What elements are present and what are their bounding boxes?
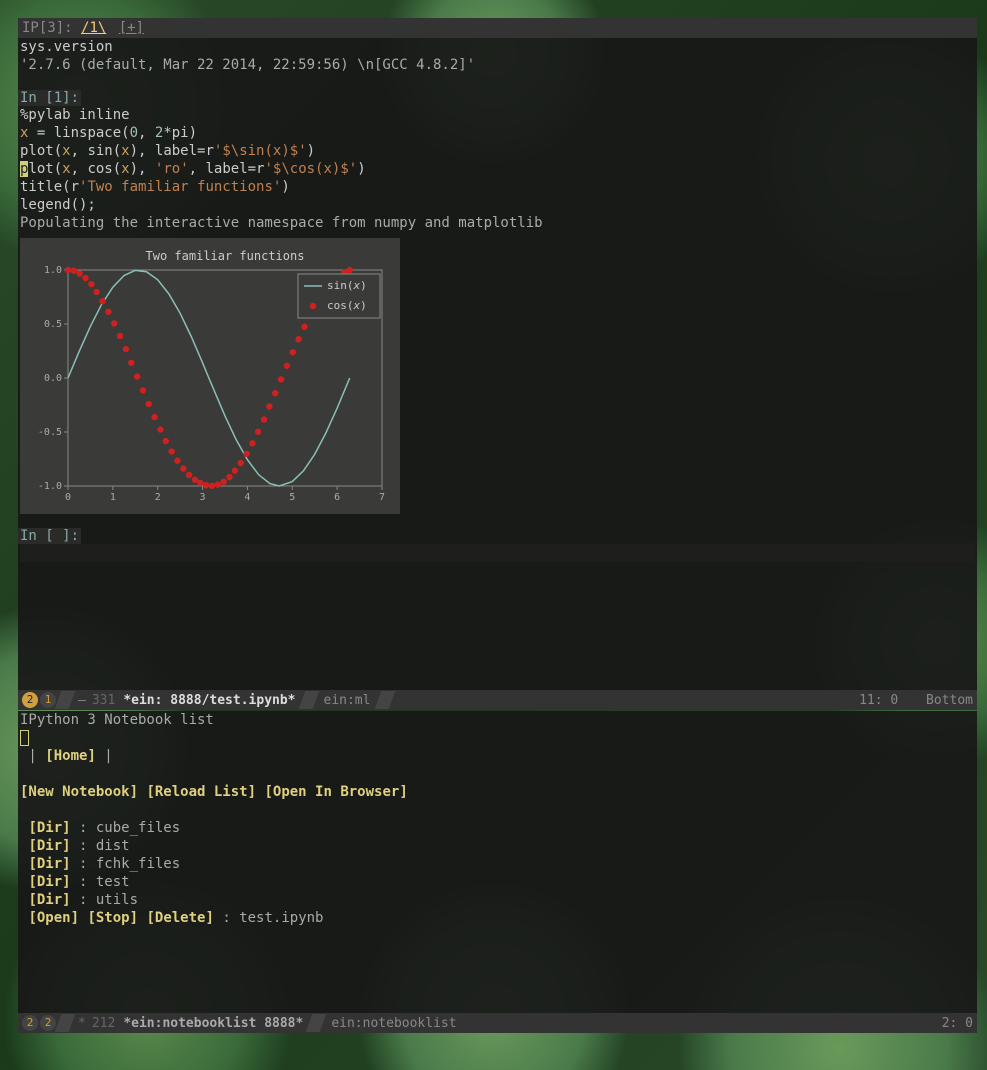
list-item: [Dir] : test [18,873,977,891]
svg-text:0.0: 0.0 [44,373,62,384]
svg-text:cos(x): cos(x) [327,299,367,312]
dir-link[interactable]: [Dir] [28,874,70,890]
modeline-top: 2 1 — 331 *ein: 8888/test.ipynb* ein:ml … [18,690,977,710]
matplotlib-output: Two familiar functions 0 1 2 3 4 5 6 7 -1.0 -0.5 0.… [20,238,400,514]
list-item: [Dir] : fchk_files [18,855,977,873]
svg-text:1: 1 [110,492,116,503]
major-mode: ein:ml [324,693,371,708]
svg-text:sin(x): sin(x) [327,279,367,292]
buffer-name: *ein:notebooklist 8888* [123,1016,303,1031]
scroll-pos: Bottom [926,693,973,708]
svg-text:Two familiar functions: Two familiar functions [146,249,305,263]
cell2-input-empty[interactable] [20,544,975,562]
dir-link[interactable]: [Dir] [28,856,70,872]
nblist-actions: [New Notebook] [Reload List] [Open In Br… [18,783,977,801]
nblist-title: IPython 3 Notebook list [18,711,977,729]
svg-text:4: 4 [244,492,250,503]
open-browser-button[interactable]: [Open In Browser] [264,784,407,800]
ml-badge-1: 2 [22,1015,38,1031]
cell0-output: '2.7.6 (default, Mar 22 2014, 22:59:56) … [18,56,977,74]
svg-text:3: 3 [200,492,206,503]
cell1-output: Populating the interactive namespace fro… [18,214,977,232]
ml-badge-2: 1 [40,692,56,708]
cell1-prompt: In [1]: [18,90,81,106]
ml-badge-2: 2 [40,1015,56,1031]
svg-text:0: 0 [65,492,71,503]
home-link[interactable]: [Home] [45,748,96,764]
cell1-line4[interactable]: plot(x, cos(x), 'ro', label=r'$\cos(x)$'… [18,160,977,178]
line-col: 2: 0 [942,1016,973,1031]
svg-text:5: 5 [289,492,295,503]
dir-link[interactable]: [Dir] [28,820,70,836]
cell1-line3[interactable]: plot(x, sin(x), label=r'$\sin(x)$') [18,142,977,160]
list-item-notebook: [Open] [Stop] [Delete] : test.ipynb [18,909,977,927]
cell0-input[interactable]: sys.version [18,38,977,56]
list-item: [Dir] : cube_files [18,819,977,837]
cell1-line1[interactable]: %pylab inline [18,106,977,124]
cell2-prompt: In [ ]: [18,528,81,544]
dir-link[interactable]: [Dir] [28,892,70,908]
major-mode: ein:notebooklist [331,1016,456,1031]
list-item: [Dir] : dist [18,837,977,855]
new-notebook-button[interactable]: [New Notebook] [20,784,138,800]
cell1-line5[interactable]: title(r'Two familiar functions') [18,178,977,196]
line-col: 11: 0 [859,693,898,708]
svg-text:6: 6 [334,492,340,503]
tab-bar: IP[3]: /1\ [+] [18,18,977,38]
notebook-list-pane[interactable]: IPython 3 Notebook list | [Home] | [New … [18,711,977,1013]
svg-text:-1.0: -1.0 [38,481,62,492]
cell1-line2[interactable]: x = linspace(0, 2*pi) [18,124,977,142]
delete-link[interactable]: [Delete] [146,910,213,926]
tab-prefix: IP[3]: [22,20,73,36]
tab-active[interactable]: /1\ [81,20,106,36]
dir-link[interactable]: [Dir] [28,838,70,854]
svg-text:1.0: 1.0 [44,265,62,276]
ml-badge-1: 2 [22,692,38,708]
svg-text:0.5: 0.5 [44,319,62,330]
buffer-name: *ein: 8888/test.ipynb* [123,693,295,708]
svg-text:-0.5: -0.5 [38,427,62,438]
breadcrumb: | [Home] | [18,747,977,765]
svg-text:2: 2 [155,492,161,503]
cell1-line6[interactable]: legend(); [18,196,977,214]
modeline-bottom: 2 2 * 212 *ein:notebooklist 8888* ein:no… [18,1013,977,1033]
tab-add[interactable]: [+] [119,20,144,36]
reload-list-button[interactable]: [Reload List] [146,784,256,800]
svg-text:7: 7 [379,492,385,503]
text-cursor [20,730,29,746]
chart-svg: Two familiar functions 0 1 2 3 4 5 6 7 -1.0 -0.5 0.… [28,246,392,506]
open-link[interactable]: [Open] [28,910,79,926]
notebook-editor-pane[interactable]: IP[3]: /1\ [+] sys.version '2.7.6 (defau… [18,18,977,690]
stop-link[interactable]: [Stop] [87,910,138,926]
list-item: [Dir] : utils [18,891,977,909]
